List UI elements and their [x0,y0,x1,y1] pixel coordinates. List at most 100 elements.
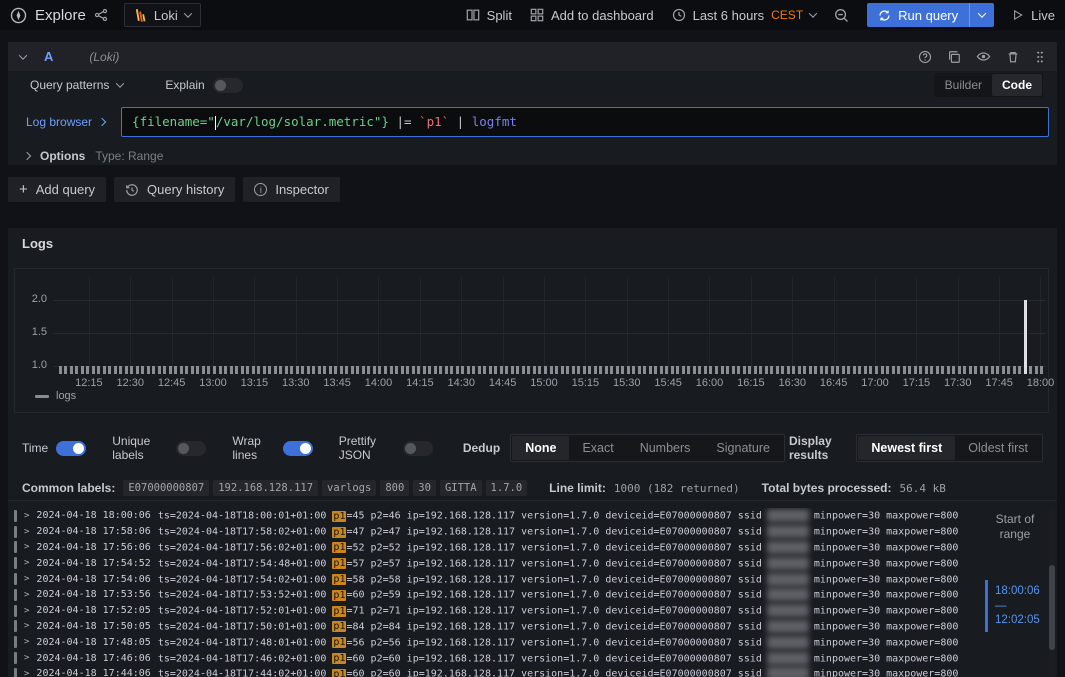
collapse-query-icon[interactable] [19,51,27,59]
zoom-out-icon[interactable] [834,8,849,23]
histogram-bar [781,366,784,374]
query-options-row[interactable]: Options Type: Range [8,146,1057,165]
expand-row-icon[interactable]: > [24,590,29,600]
log-row[interactable]: >2024-04-18 17:56:06ts=2024-04-18T17:56:… [8,540,1049,556]
histogram-bar [930,366,933,374]
histogram-bar [450,366,453,374]
log-row[interactable]: >2024-04-18 17:54:52ts=2024-04-18T17:54:… [8,555,1049,571]
hide-query-eye-icon[interactable] [976,49,991,64]
search-match-highlight: p1 [332,542,346,553]
time-range-picker[interactable]: Last 6 hours CEST [672,8,817,23]
range-marker-bar [985,580,988,632]
histogram-bar [257,366,260,374]
expand-row-icon[interactable]: > [24,542,29,552]
help-circle-icon[interactable] [918,50,932,64]
log-level-indicator [14,668,17,677]
histogram-bar [632,366,635,374]
split-button[interactable]: Split [466,8,512,23]
radio-option[interactable]: None [512,436,569,460]
log-row[interactable]: >2024-04-18 17:44:06ts=2024-04-18T17:44:… [8,666,1049,677]
line-limit-label: Line limit: [549,481,606,495]
log-level-indicator [14,636,17,648]
histogram-bar [996,366,999,374]
run-query-button[interactable]: Run query [867,3,994,27]
tab-builder[interactable]: Builder [935,74,992,96]
histogram-bar [511,366,514,374]
live-button[interactable]: Live [1012,8,1055,23]
expand-row-icon[interactable]: > [24,511,29,521]
log-row[interactable]: >2024-04-18 17:50:05ts=2024-04-18T17:50:… [8,619,1049,635]
options-label: Options [40,149,85,163]
histogram-bar [516,366,519,374]
common-label-badge: 30 [413,480,436,496]
log-row[interactable]: >2024-04-18 17:54:06ts=2024-04-18T17:54:… [8,571,1049,587]
expand-row-icon[interactable]: > [24,653,29,663]
expand-row-icon[interactable]: > [24,606,29,616]
histogram-bar [676,366,679,374]
toggle-switch[interactable] [283,441,313,456]
toggle-switch[interactable] [176,441,206,456]
drag-handle-icon[interactable] [1035,50,1045,64]
range-end-time: 12:02:05 [995,613,1040,628]
log-level-indicator [14,652,17,664]
explain-toggle[interactable] [213,78,243,93]
histogram-bar [858,366,861,374]
histogram-bar [114,366,117,374]
legend-label[interactable]: logs [56,390,76,402]
tab-code[interactable]: Code [992,74,1042,96]
log-row[interactable]: >2024-04-18 18:00:06ts=2024-04-18T18:00:… [8,508,1049,524]
expand-row-icon[interactable]: > [24,637,29,647]
histogram-bar [958,366,961,374]
radio-option[interactable]: Numbers [627,436,704,460]
x-axis-tick: 16:45 [820,377,848,389]
histogram-bar [318,366,321,374]
expand-row-icon[interactable]: > [24,621,29,631]
expand-row-icon[interactable]: > [24,558,29,568]
histogram-bar [467,366,470,374]
log-row[interactable]: >2024-04-18 17:53:56ts=2024-04-18T17:53:… [8,587,1049,603]
histogram-bar [207,366,210,374]
toggle-switch[interactable] [403,441,433,456]
expand-row-icon[interactable]: > [24,669,29,677]
delete-query-trash-icon[interactable] [1006,50,1020,64]
add-to-dashboard-button[interactable]: Add to dashboard [530,8,654,23]
histogram-bar [605,366,608,374]
query-history-button[interactable]: Query history [114,177,235,202]
expand-row-icon[interactable]: > [24,574,29,584]
query-code-input[interactable]: {filename="/var/log/solar.metric"} |= `p… [121,107,1049,137]
common-label-badge: 1.7.0 [486,480,528,496]
histogram-bar [119,366,122,374]
histogram-bar [715,366,718,374]
expand-row-icon[interactable]: > [24,527,29,537]
radio-option[interactable]: Newest first [858,436,955,460]
query-patterns-dropdown[interactable]: Query patterns [22,74,131,96]
share-icon[interactable] [94,8,108,22]
histogram-bar [599,366,602,374]
histogram-bar [853,366,856,374]
histogram-bar [230,366,233,374]
run-query-dropdown[interactable] [969,3,994,27]
radio-option[interactable]: Exact [569,436,626,460]
log-row[interactable]: >2024-04-18 17:48:05ts=2024-04-18T17:48:… [8,634,1049,650]
scrollbar-thumb[interactable] [1049,565,1055,650]
log-row[interactable]: >2024-04-18 17:46:06ts=2024-04-18T17:46:… [8,650,1049,666]
histogram-bar [732,366,735,374]
log-row[interactable]: >2024-04-18 17:52:05ts=2024-04-18T17:52:… [8,603,1049,619]
inspector-button[interactable]: i Inspector [243,177,339,202]
dedup-options: NoneExactNumbersSignature [510,434,785,462]
radio-option[interactable]: Signature [703,436,783,460]
common-labels-label: Common labels: [22,481,115,495]
histogram-bar [588,366,591,374]
histogram-bar [925,366,928,374]
add-query-button[interactable]: + Add query [8,177,106,202]
toggle-switch[interactable] [56,441,86,456]
radio-option[interactable]: Oldest first [955,436,1041,460]
log-browser-button[interactable]: Log browser [16,115,115,129]
logs-meta-row: Common labels: E07000000807192.168.128.1… [22,476,1043,500]
chart-plot-area[interactable]: 12:1512:3012:4513:0013:1513:3013:4514:00… [53,269,1046,374]
histogram-bar [583,366,586,374]
log-level-indicator [14,541,17,553]
log-row[interactable]: >2024-04-18 17:58:06ts=2024-04-18T17:58:… [8,524,1049,540]
duplicate-query-icon[interactable] [947,50,961,64]
datasource-picker[interactable]: Loki [124,3,201,27]
